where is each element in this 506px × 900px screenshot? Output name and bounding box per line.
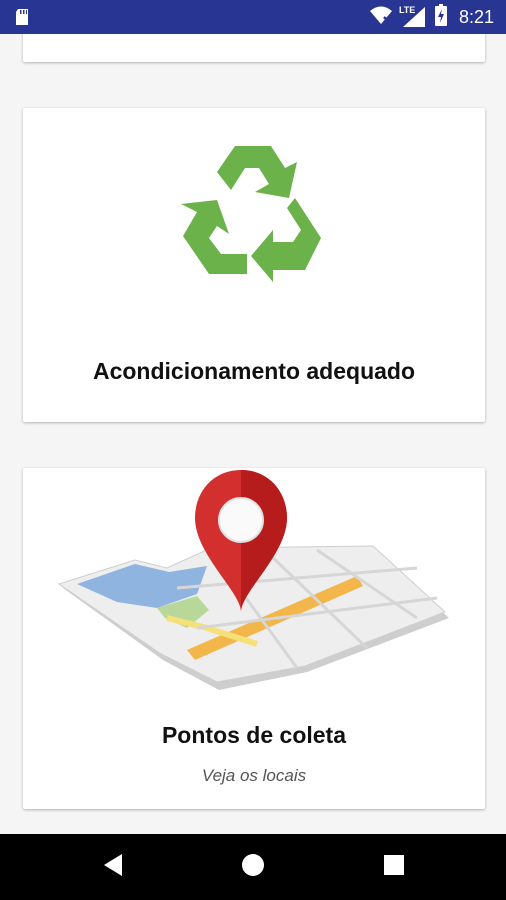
- status-bar: LTE 8:21: [0, 0, 506, 34]
- home-icon: [241, 853, 265, 882]
- recents-icon: [384, 854, 404, 880]
- wifi-icon: [369, 5, 393, 30]
- status-icons: LTE 8:21: [369, 0, 494, 34]
- card-partial[interactable]: [23, 34, 485, 62]
- status-time: 8:21: [458, 6, 494, 27]
- signal-icon: LTE: [398, 5, 427, 28]
- card-pontos-de-coleta[interactable]: Pontos de coleta Veja os locais: [23, 468, 485, 809]
- card-acondicionamento[interactable]: Acondicionamento adequado: [23, 108, 485, 422]
- card-list[interactable]: Acondicionamento adequado Pontos de cole…: [0, 34, 506, 834]
- map-pin-icon: [57, 468, 449, 695]
- recents-button[interactable]: [364, 834, 424, 900]
- recycle-icon: [175, 142, 329, 299]
- navigation-bar: [0, 834, 506, 900]
- home-button[interactable]: [223, 834, 283, 900]
- card-title: Acondicionamento adequado: [92, 358, 416, 384]
- card-title: Pontos de coleta: [161, 722, 347, 748]
- sd-card-icon: [14, 8, 30, 31]
- card-subtitle: Veja os locais: [201, 766, 307, 785]
- back-icon: [102, 853, 124, 882]
- network-type-label: LTE: [398, 5, 416, 15]
- battery-icon: [434, 3, 447, 31]
- back-button[interactable]: [83, 834, 143, 900]
